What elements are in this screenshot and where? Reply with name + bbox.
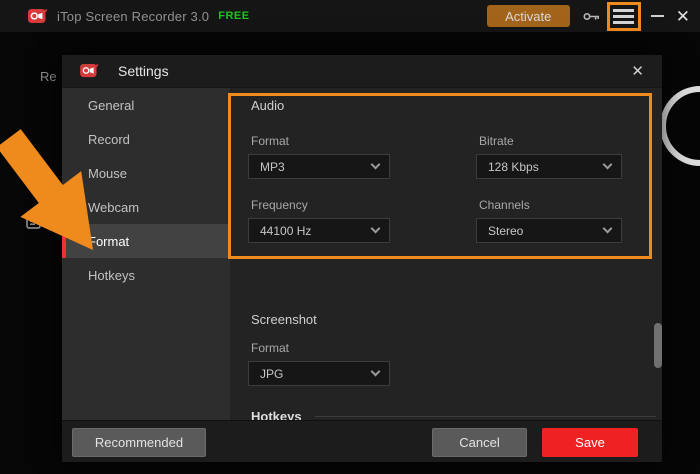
activate-button[interactable]: Activate	[487, 5, 570, 27]
cancel-button[interactable]: Cancel	[432, 428, 527, 457]
audio-channels-label: Channels	[479, 198, 622, 213]
audio-channels-dropdown[interactable]: Stereo	[476, 218, 622, 243]
audio-format-label: Format	[251, 134, 390, 149]
audio-format-value: MP3	[260, 160, 285, 174]
audio-format-dropdown[interactable]: MP3	[248, 154, 390, 179]
audio-frequency-value: 44100 Hz	[260, 224, 311, 238]
sidebar-item-mouse[interactable]: Mouse	[62, 156, 230, 190]
close-icon[interactable]: ✕	[676, 8, 690, 25]
screenshot-section-heading: Screenshot	[251, 312, 317, 327]
chevron-down-icon	[371, 160, 381, 170]
dialog-footer: Recommended Cancel Save	[62, 420, 662, 462]
titlebar: iTop Screen Recorder 3.0 FREE Activate ✕	[0, 0, 700, 32]
minimize-icon[interactable]	[651, 15, 664, 17]
recommended-button[interactable]: Recommended	[72, 428, 206, 457]
sidebar-item-format[interactable]: Format	[62, 224, 230, 258]
chevron-down-icon	[603, 160, 613, 170]
sidebar-item-record[interactable]: Record	[62, 122, 230, 156]
sidebar-item-webcam[interactable]: Webcam	[62, 190, 230, 224]
settings-content: Audio Format MP3 Bitrate 128 Kbps Freque…	[230, 88, 662, 420]
background-panel-icon	[26, 216, 42, 236]
settings-sidebar: General Record Mouse Webcam Format Hotke…	[62, 88, 230, 420]
free-badge: FREE	[218, 10, 249, 22]
background-clipped-label: Re	[40, 69, 57, 84]
titlebar-controls: Activate ✕	[487, 2, 700, 31]
sidebar-item-general[interactable]: General	[62, 88, 230, 122]
sidebar-item-hotkeys[interactable]: Hotkeys	[62, 258, 230, 292]
save-button[interactable]: Save	[542, 428, 638, 457]
chevron-down-icon	[603, 224, 613, 234]
audio-bitrate-label: Bitrate	[479, 134, 622, 149]
dialog-close-icon[interactable]: ✕	[627, 62, 648, 81]
audio-frequency-label: Frequency	[251, 198, 390, 213]
background-record-circle	[660, 86, 700, 166]
scrollbar-thumb[interactable]	[654, 323, 662, 368]
app-window: iTop Screen Recorder 3.0 FREE Activate ✕…	[0, 0, 700, 474]
audio-bitrate-value: 128 Kbps	[488, 160, 539, 174]
settings-logo-icon	[80, 63, 100, 79]
key-icon[interactable]	[583, 11, 600, 22]
app-logo-icon	[28, 8, 48, 24]
audio-format-field: Format MP3	[248, 134, 390, 179]
audio-bitrate-dropdown[interactable]: 128 Kbps	[476, 154, 622, 179]
audio-channels-field: Channels Stereo	[476, 198, 622, 243]
settings-dialog: Settings ✕ General Record Mouse Webcam F…	[62, 55, 662, 462]
audio-frequency-field: Frequency 44100 Hz	[248, 198, 390, 243]
audio-frequency-dropdown[interactable]: 44100 Hz	[248, 218, 390, 243]
screenshot-format-label: Format	[251, 341, 390, 356]
app-title: iTop Screen Recorder 3.0	[57, 9, 209, 24]
dialog-header: Settings ✕	[62, 55, 662, 88]
screenshot-format-dropdown[interactable]: JPG	[248, 361, 390, 386]
audio-section-heading: Audio	[251, 98, 284, 113]
audio-channels-value: Stereo	[488, 224, 523, 238]
screenshot-format-value: JPG	[260, 367, 283, 381]
screenshot-format-field: Format JPG	[248, 341, 390, 386]
dialog-title: Settings	[118, 63, 169, 79]
chevron-down-icon	[371, 367, 381, 377]
menu-icon[interactable]	[607, 2, 641, 31]
chevron-down-icon	[371, 224, 381, 234]
divider	[315, 416, 656, 417]
audio-bitrate-field: Bitrate 128 Kbps	[476, 134, 622, 179]
